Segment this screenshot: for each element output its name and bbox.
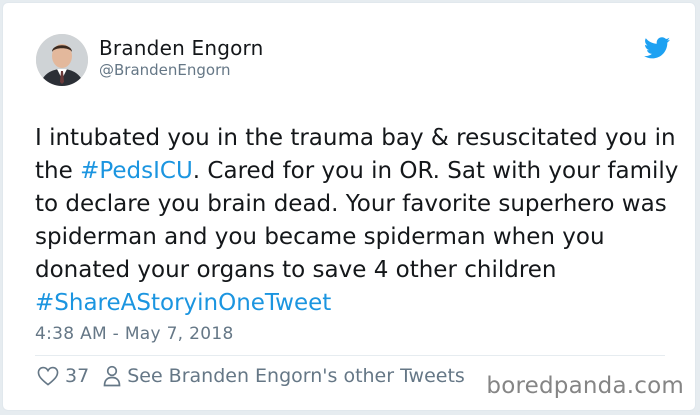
tweet-text: I intubated you in the trauma bay & resu… (35, 122, 685, 320)
tweet-timestamp[interactable]: 4:38 AM - May 7, 2018 (35, 324, 234, 344)
hashtag-link[interactable]: #PedsICU (80, 158, 193, 184)
like-count: 37 (65, 365, 90, 387)
heart-icon (37, 366, 59, 386)
person-icon (103, 365, 121, 387)
other-tweets-label: See Branden Engorn's other Tweets (127, 365, 465, 387)
profile-photo-icon (36, 34, 88, 86)
watermark: boredpanda.com (486, 373, 684, 399)
tweet-card: Branden Engorn @BrandenEngorn I intubate… (2, 2, 696, 411)
divider (35, 355, 665, 356)
hashtag-link[interactable]: #ShareAStoryinOneTweet (35, 290, 331, 316)
other-tweets-link[interactable]: See Branden Engorn's other Tweets (103, 365, 465, 387)
like-button[interactable]: 37 (37, 365, 89, 387)
author-name[interactable]: Branden Engorn (99, 36, 264, 60)
twitter-bird-icon[interactable] (644, 37, 670, 59)
tweet-actions: 37 See Branden Engorn's other Tweets (37, 362, 465, 390)
author-avatar[interactable] (36, 34, 88, 86)
author-handle[interactable]: @BrandenEngorn (99, 61, 231, 79)
